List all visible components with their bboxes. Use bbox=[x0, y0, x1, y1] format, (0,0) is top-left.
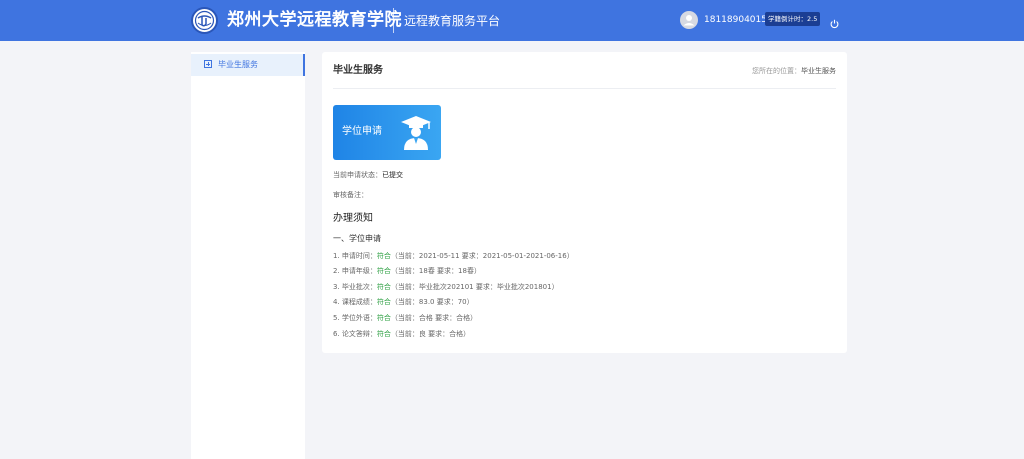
degree-apply-button[interactable]: 学位申请 bbox=[333, 105, 441, 160]
section-title: 一、学位申请 bbox=[333, 234, 381, 243]
plus-square-icon bbox=[204, 60, 212, 68]
power-icon[interactable] bbox=[830, 14, 839, 29]
graduate-icon bbox=[401, 116, 431, 150]
rule-item: 1. 申请时间：符合（当前：2021-05-11 要求：2021-05-01-2… bbox=[333, 251, 574, 262]
user-avatar-icon[interactable] bbox=[680, 11, 698, 29]
rule-status: 符合 bbox=[376, 314, 391, 322]
apply-status-label: 当前申请状态： bbox=[333, 171, 382, 179]
rule-detail: （当前：18春 要求：18春） bbox=[390, 267, 481, 275]
brand-title: 郑州大学远程教育学院 bbox=[227, 10, 402, 30]
rule-prefix: 4. 课程成绩： bbox=[333, 298, 377, 306]
rule-item: 2. 申请年级：符合（当前：18春 要求：18春） bbox=[333, 266, 481, 277]
user-phone[interactable]: 18118904015 bbox=[704, 13, 767, 27]
rule-detail: （当前：83.0 要求：70） bbox=[390, 298, 474, 306]
rule-detail: （当前：2021-05-11 要求：2021-05-01-2021-06-16） bbox=[390, 252, 574, 260]
header-divider bbox=[393, 8, 394, 33]
top-header: 郑州大学远程教育学院 远程教育服务平台 18118904015 学籍倒计时：2.… bbox=[0, 0, 1024, 41]
rule-prefix: 5. 学位外语： bbox=[333, 314, 377, 322]
rule-prefix: 1. 申请时间： bbox=[333, 252, 377, 260]
title-divider bbox=[333, 88, 836, 89]
sidebar-item-label: 毕业生服务 bbox=[218, 60, 258, 69]
review-remark-label: 审核备注： bbox=[333, 191, 368, 199]
notice-title: 办理须知 bbox=[333, 213, 373, 224]
rule-prefix: 2. 申请年级： bbox=[333, 267, 377, 275]
rule-detail: （当前：毕业批次202101 要求：毕业批次201801） bbox=[390, 283, 559, 291]
rule-item: 6. 论文答辩：符合（当前：良 要求：合格） bbox=[333, 329, 470, 340]
main-panel: 毕业生服务 您所在的位置：毕业生服务 学位申请 当前申请状态：已提交 审核备注：… bbox=[322, 52, 847, 353]
rule-status: 符合 bbox=[376, 252, 391, 260]
rule-detail: （当前：合格 要求：合格） bbox=[390, 314, 478, 322]
rule-item: 4. 课程成绩：符合（当前：83.0 要求：70） bbox=[333, 297, 474, 308]
university-logo-icon bbox=[191, 7, 218, 34]
review-remark: 审核备注： bbox=[333, 190, 368, 201]
page-title: 毕业生服务 bbox=[333, 65, 383, 76]
sidebar-item-graduate-service[interactable]: 毕业生服务 bbox=[191, 54, 305, 76]
apply-status-value: 已提交 bbox=[382, 171, 403, 179]
rule-item: 3. 毕业批次：符合（当前：毕业批次202101 要求：毕业批次201801） bbox=[333, 282, 559, 293]
rule-status: 符合 bbox=[376, 267, 391, 275]
rule-detail: （当前：良 要求：合格） bbox=[390, 330, 471, 338]
breadcrumb: 您所在的位置：毕业生服务 bbox=[752, 66, 836, 76]
sidebar: 毕业生服务 bbox=[191, 52, 305, 459]
breadcrumb-prefix: 您所在的位置： bbox=[752, 67, 801, 75]
apply-status: 当前申请状态：已提交 bbox=[333, 170, 403, 181]
platform-title: 远程教育服务平台 bbox=[404, 14, 501, 28]
degree-apply-label: 学位申请 bbox=[342, 126, 382, 137]
status-countdown-badge: 学籍倒计时：2.5 bbox=[765, 12, 821, 26]
rule-prefix: 3. 毕业批次： bbox=[333, 283, 377, 291]
rule-status: 符合 bbox=[376, 283, 391, 291]
rule-item: 5. 学位外语：符合（当前：合格 要求：合格） bbox=[333, 313, 477, 324]
rule-status: 符合 bbox=[376, 298, 391, 306]
rule-prefix: 6. 论文答辩： bbox=[333, 330, 377, 338]
breadcrumb-current: 毕业生服务 bbox=[801, 67, 836, 75]
rule-status: 符合 bbox=[376, 330, 391, 338]
